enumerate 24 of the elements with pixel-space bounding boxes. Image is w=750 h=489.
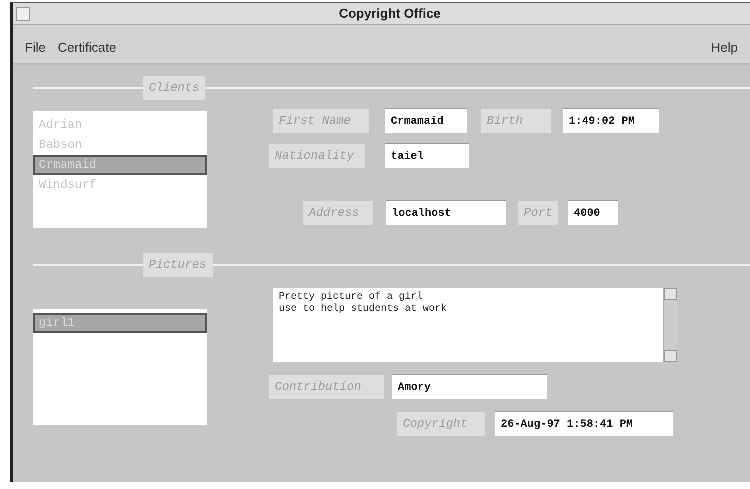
field-label: Nationality <box>269 144 365 168</box>
input-field[interactable]: Amory <box>392 374 547 399</box>
field-label: First Name <box>273 108 369 132</box>
window-menu-button[interactable] <box>16 6 30 20</box>
input-field[interactable]: localhost <box>386 200 506 225</box>
field-label: Port <box>518 200 558 224</box>
menu-item[interactable]: Certificate <box>52 38 122 58</box>
description-text: Pretty picture of a girl use to help students at work <box>278 290 448 317</box>
window-title: Copyright Office <box>338 4 442 23</box>
menu-item[interactable]: Help <box>705 38 744 58</box>
input-field[interactable]: taiel <box>385 143 469 168</box>
input-field[interactable]: 26-Aug-97 1:58:41 PM <box>495 411 673 436</box>
field-label: Birth <box>481 108 551 132</box>
scrollbar[interactable] <box>663 288 677 362</box>
text-area[interactable]: Pretty picture of a girl use to help students at work <box>273 288 677 362</box>
menu-item[interactable]: File <box>19 38 52 58</box>
input-field[interactable]: 1:49:02 PM <box>563 108 659 133</box>
input-field[interactable]: Crmamaid <box>385 108 467 133</box>
section-heading: Pictures <box>143 253 213 277</box>
field-label: Contribution <box>269 374 384 398</box>
field-label: Address <box>303 200 373 224</box>
input-field[interactable]: 4000 <box>568 200 618 225</box>
section-heading: Clients <box>143 76 206 100</box>
field-label: Copyright <box>397 412 485 436</box>
